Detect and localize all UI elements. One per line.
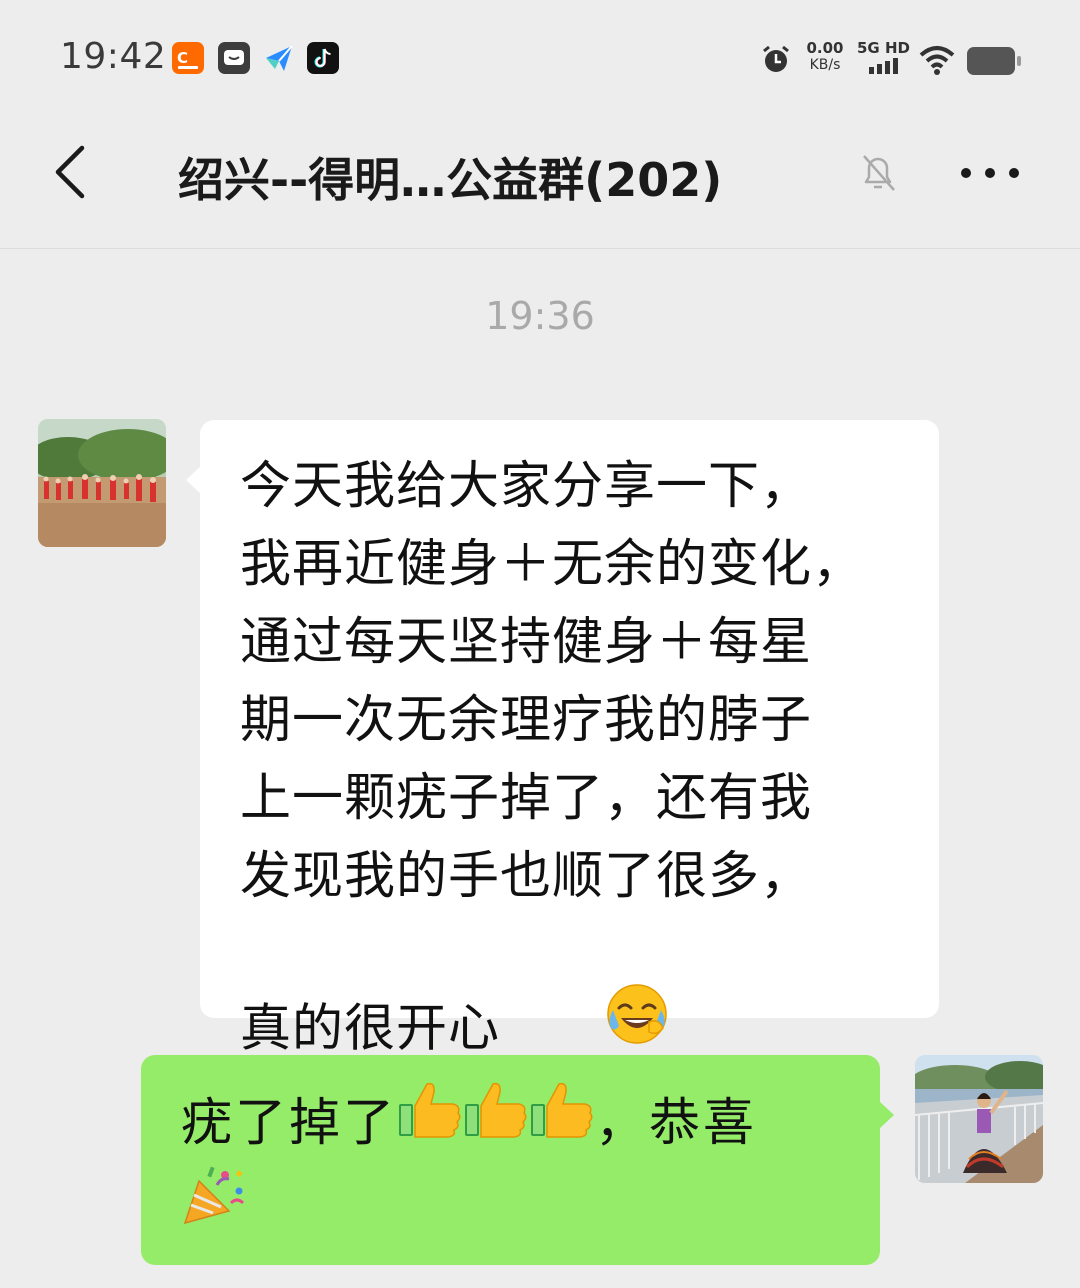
more-icon bbox=[961, 168, 1019, 178]
chat-title[interactable]: 绍兴--得明…公益群(202) bbox=[178, 144, 722, 210]
network-type-label: 5G HD bbox=[857, 39, 910, 57]
thumbs-up-emoji bbox=[529, 1078, 595, 1161]
alarm-icon bbox=[760, 43, 792, 75]
outgoing-message-bubble[interactable]: 疣了掉了 ，恭喜 bbox=[141, 1055, 894, 1265]
my-avatar[interactable] bbox=[915, 1055, 1043, 1183]
thumbs-up-emoji bbox=[463, 1078, 529, 1161]
network-speed-unit: KB/s bbox=[809, 57, 841, 73]
back-button[interactable] bbox=[44, 142, 104, 202]
sender-avatar[interactable] bbox=[38, 419, 166, 547]
chat-app-icon bbox=[218, 42, 250, 74]
back-icon bbox=[55, 145, 85, 199]
outgoing-message-suffix: ，恭喜 bbox=[595, 1094, 758, 1153]
status-bar: 19:42 C 0.00 KB/s 5G HD bbox=[0, 0, 1080, 120]
wifi-icon bbox=[918, 44, 956, 76]
network-speed-value: 0.00 bbox=[806, 39, 844, 57]
status-time: 19:42 bbox=[60, 36, 167, 77]
mute-bell-icon bbox=[856, 150, 900, 194]
network-type: 5G HD bbox=[857, 40, 910, 75]
paper-plane-icon bbox=[263, 42, 295, 74]
network-speed: 0.00 KB/s bbox=[802, 40, 848, 74]
message-timestamp: 19:36 bbox=[485, 294, 595, 338]
incoming-message-text: 今天我给大家分享一下， 我再近健身＋无余的变化， 通过每天坚持健身＋每星 期一次… bbox=[240, 448, 919, 1147]
more-button[interactable] bbox=[955, 158, 1025, 188]
signal-icon bbox=[857, 57, 910, 75]
svg-text:C: C bbox=[177, 49, 188, 67]
party-popper-emoji bbox=[181, 1163, 850, 1231]
incoming-message-bubble[interactable]: 今天我给大家分享一下， 我再近健身＋无余的变化， 通过每天坚持健身＋每星 期一次… bbox=[186, 420, 939, 1059]
app-1688-icon: C bbox=[172, 42, 204, 74]
thumbs-up-emoji bbox=[397, 1078, 463, 1161]
battery-icon bbox=[966, 46, 1022, 76]
tiktok-icon bbox=[307, 42, 339, 74]
outgoing-message-body: 疣了掉了 bbox=[181, 1094, 398, 1153]
chat-header: 绍兴--得明…公益群(202) bbox=[0, 120, 1080, 249]
outgoing-message-text: 疣了掉了 ，恭喜 bbox=[181, 1082, 850, 1161]
